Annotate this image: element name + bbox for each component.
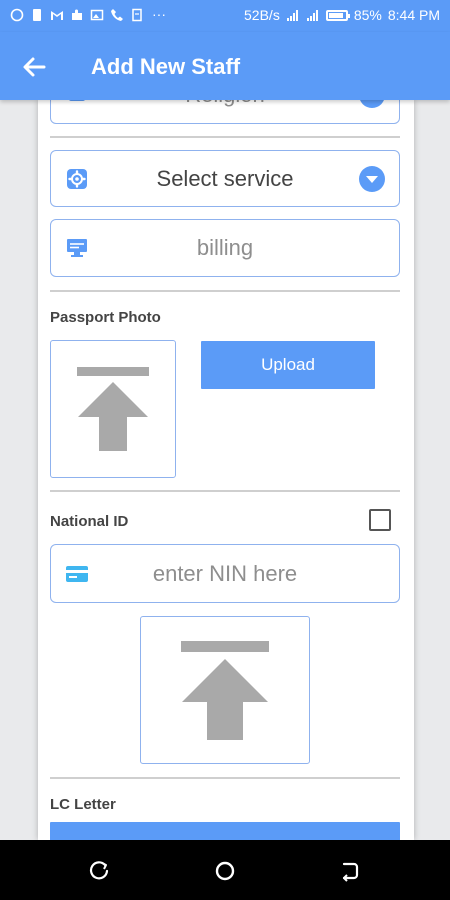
network-speed: 52B/s <box>244 7 280 23</box>
nin-placeholder: enter NIN here <box>152 560 298 586</box>
service-select[interactable]: Select service <box>50 150 400 207</box>
staff-form-card: Religion Select service billing Passp <box>38 100 414 840</box>
national-id-checkbox[interactable] <box>369 509 391 531</box>
battery-percent: 85% <box>353 7 382 23</box>
national-id-label: National ID <box>50 513 129 530</box>
battery-icon <box>325 9 350 21</box>
puzzle-icon <box>72 9 82 20</box>
status-bar: ··· 52B/s 85% 8:44 PM <box>0 0 450 32</box>
document-icon <box>132 8 142 22</box>
home-icon[interactable] <box>214 860 236 882</box>
billing-field[interactable]: billing <box>50 219 400 277</box>
upload-icon <box>181 641 269 740</box>
notification-icons: ··· <box>10 6 166 22</box>
divider <box>50 290 400 292</box>
app-bar: Add New Staff <box>0 32 450 100</box>
passport-photo-label: Passport Photo <box>50 309 161 326</box>
recent-apps-icon[interactable] <box>89 860 111 882</box>
chevron-down-icon <box>359 165 385 192</box>
sim-icon <box>33 9 41 21</box>
religion-select[interactable]: Religion <box>50 100 400 124</box>
more-notifications-icon: ··· <box>152 6 166 22</box>
lc-letter-upload-button[interactable] <box>50 822 400 840</box>
national-id-preview[interactable] <box>140 616 310 764</box>
message-bubble-icon <box>10 8 24 22</box>
upload-button[interactable]: Upload <box>201 341 375 389</box>
lc-letter-label: LC Letter <box>50 796 116 813</box>
divider <box>50 777 400 779</box>
gmail-icon <box>51 11 63 20</box>
image-icon <box>90 9 104 21</box>
billing-value: billing <box>196 235 254 260</box>
signal-2-icon <box>306 10 318 21</box>
back-arrow-icon[interactable] <box>20 53 48 81</box>
system-nav-bar <box>0 840 450 900</box>
divider <box>50 136 400 138</box>
page-title: Add New Staff <box>91 54 241 79</box>
signal-icon <box>286 10 298 21</box>
passport-photo-preview[interactable] <box>50 340 176 478</box>
service-select-value: Select service <box>156 165 294 191</box>
nin-input[interactable]: enter NIN here <box>50 544 400 603</box>
phone-icon <box>111 9 123 21</box>
religion-value: Religion <box>51 100 399 108</box>
divider <box>50 490 400 492</box>
back-nav-icon[interactable] <box>339 860 361 882</box>
upload-icon <box>77 367 149 451</box>
clock: 8:44 PM <box>387 7 440 23</box>
